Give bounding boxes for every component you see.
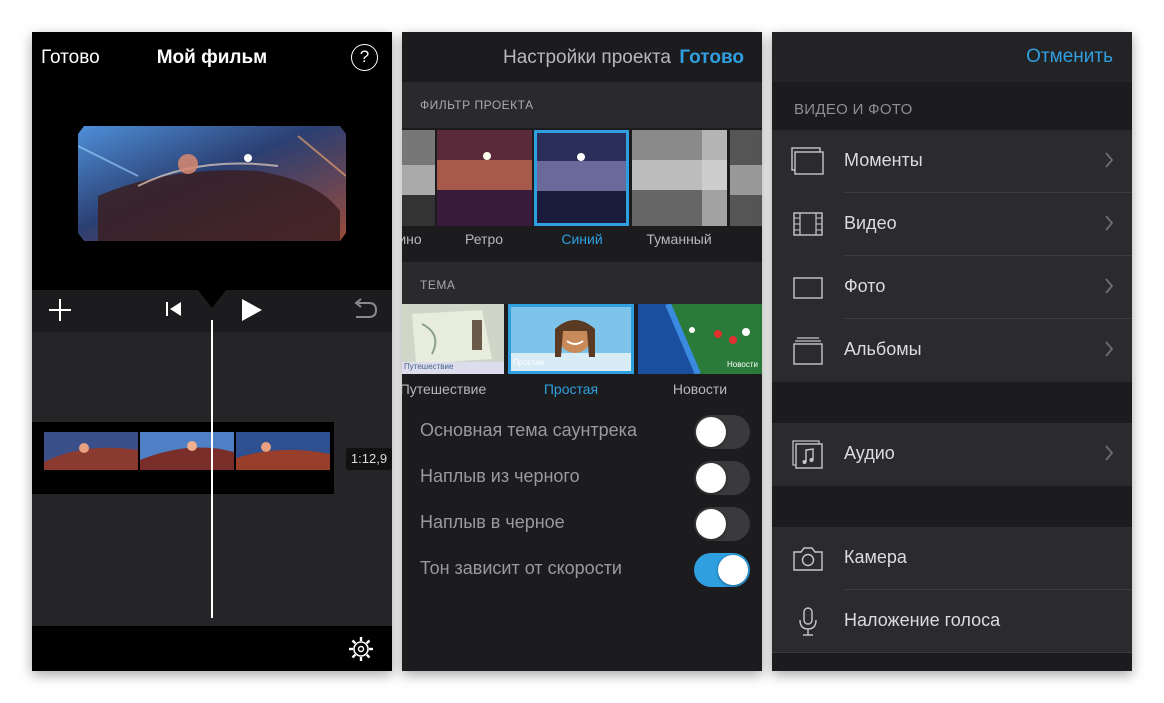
list-item-camera[interactable]: Камера xyxy=(772,527,1132,590)
clip-frame xyxy=(44,432,138,470)
section-gap xyxy=(772,382,1132,423)
settings-title: Настройки проекта xyxy=(502,47,671,68)
list-item-albums[interactable]: Альбомы xyxy=(772,319,1132,382)
theme-badge: Новости xyxy=(727,360,758,369)
skip-back-icon[interactable] xyxy=(165,300,183,323)
section-gap xyxy=(772,486,1132,527)
theme-badge: Простая xyxy=(513,358,545,367)
list-item-label: Видео xyxy=(844,213,897,233)
add-media-icon[interactable] xyxy=(48,298,72,327)
theme-label: Новости xyxy=(672,381,728,397)
chevron-right-icon xyxy=(1104,151,1114,174)
audio-icon xyxy=(791,439,825,471)
option-fade-in: Наплыв из черного xyxy=(402,456,762,502)
fade-in-toggle[interactable] xyxy=(694,461,750,495)
speed-pitch-toggle[interactable] xyxy=(694,553,750,587)
settings-done-button[interactable]: Готово xyxy=(679,47,744,69)
editor-panel: Готово Мой фильм ? 1:12,9 xyxy=(32,32,392,671)
chevron-right-icon xyxy=(1104,444,1114,467)
list-item-video[interactable]: Видео xyxy=(772,193,1132,256)
theme-thumb-simple[interactable]: Простая xyxy=(508,304,634,374)
media-section-header: ВИДЕО И ФОТО xyxy=(772,82,1132,130)
list-item-photo[interactable]: Фото xyxy=(772,256,1132,319)
camera-icon xyxy=(791,543,825,575)
option-soundtrack: Основная тема саунтрека xyxy=(402,410,762,456)
clip-strip[interactable] xyxy=(32,422,334,494)
moments-icon xyxy=(791,146,825,178)
theme-label: Простая xyxy=(543,381,599,397)
video-preview xyxy=(78,126,346,241)
help-button[interactable]: ? xyxy=(351,44,378,71)
clip-duration: 1:12,9 xyxy=(346,448,392,470)
theme-section-header: ТЕМА xyxy=(402,262,762,304)
option-label: Тон зависит от скорости xyxy=(420,558,622,578)
list-item-label: Аудио xyxy=(844,443,895,463)
bottom-bar xyxy=(32,626,392,671)
soundtrack-toggle[interactable] xyxy=(694,415,750,449)
settings-gear-icon[interactable] xyxy=(348,636,374,667)
chevron-right-icon xyxy=(1104,340,1114,363)
filter-thumb-misty[interactable] xyxy=(632,130,727,226)
theme-label: Путешествие xyxy=(402,381,487,397)
list-item-label: Моменты xyxy=(844,150,923,170)
filter-thumb-blue[interactable] xyxy=(534,130,629,226)
chevron-right-icon xyxy=(1104,214,1114,237)
film-icon xyxy=(791,209,825,241)
clip-frame xyxy=(140,432,234,470)
microphone-icon xyxy=(791,606,825,638)
albums-icon xyxy=(791,335,825,367)
chevron-right-icon xyxy=(1104,277,1114,300)
option-fade-out: Наплыв в черное xyxy=(402,502,762,548)
photo-icon xyxy=(791,272,825,304)
project-title: Мой фильм xyxy=(156,47,268,68)
list-item-label: Наложение голоса xyxy=(844,610,1001,630)
clip-frame xyxy=(236,432,330,470)
section-gap xyxy=(772,653,1132,671)
play-icon[interactable] xyxy=(240,298,264,327)
settings-header: Настройки проекта Готово xyxy=(402,32,762,82)
theme-badge: Путешествие xyxy=(404,362,454,371)
filter-section-header: ФИЛЬТР ПРОЕКТА xyxy=(402,82,762,128)
playhead-line[interactable] xyxy=(211,320,213,618)
filter-label: Туманный xyxy=(646,231,712,247)
filter-thumb-noir[interactable] xyxy=(402,130,435,226)
filter-carousel[interactable]: ино Ретро Синий Туманный xyxy=(402,130,762,262)
media-picker-panel: Отменить ВИДЕО И ФОТО Моменты Видео Фото… xyxy=(772,32,1132,671)
fade-out-toggle[interactable] xyxy=(694,507,750,541)
list-item-audio[interactable]: Аудио xyxy=(772,423,1132,486)
filter-thumb-retro[interactable] xyxy=(437,130,532,226)
undo-icon[interactable] xyxy=(352,298,378,327)
project-settings-panel: Настройки проекта Готово ФИЛЬТР ПРОЕКТА … xyxy=(402,32,762,671)
theme-carousel[interactable]: Путешествие Простая Новости Путешествие … xyxy=(402,304,762,404)
cancel-button[interactable]: Отменить xyxy=(1026,46,1113,68)
filter-thumb-next[interactable] xyxy=(730,130,762,226)
theme-thumb-travel[interactable]: Путешествие xyxy=(402,304,504,374)
list-item-voiceover[interactable]: Наложение голоса xyxy=(772,590,1132,653)
list-item-label: Фото xyxy=(844,276,886,296)
option-label: Основная тема саунтрека xyxy=(420,420,637,440)
option-label: Наплыв в черное xyxy=(420,512,565,532)
option-speed-pitch: Тон зависит от скорости xyxy=(402,548,762,594)
list-item-label: Камера xyxy=(844,547,907,567)
theme-thumb-news[interactable]: Новости xyxy=(638,304,762,374)
playhead-marker xyxy=(198,290,226,308)
option-label: Наплыв из черного xyxy=(420,466,580,486)
list-item-moments[interactable]: Моменты xyxy=(772,130,1132,193)
list-item-label: Альбомы xyxy=(844,339,922,359)
media-header: Отменить xyxy=(772,32,1132,82)
